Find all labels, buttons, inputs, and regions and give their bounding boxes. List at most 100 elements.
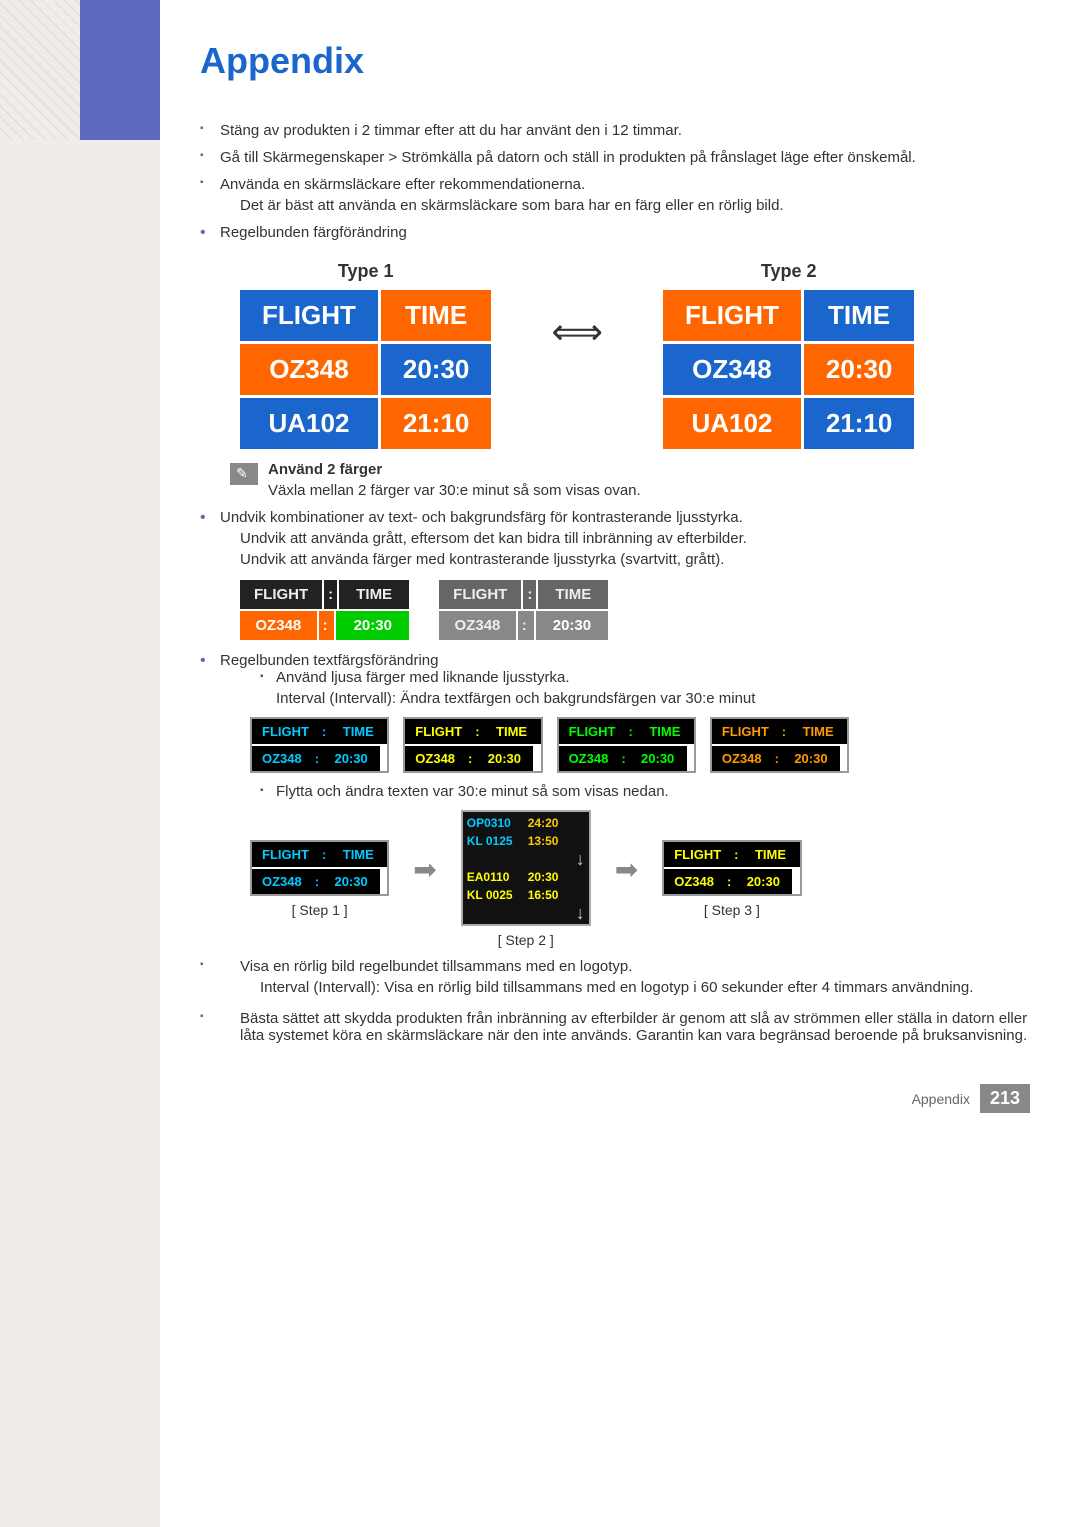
step2-label: [ Step 2 ] [498,932,554,948]
s1-time: TIME [329,842,387,867]
type1-time1: 20:30 [381,344,492,395]
step1-label: [ Step 1 ] [292,902,348,918]
page-title: Appendix [200,40,1030,82]
step2-item: OP0310 24:20 KL 0125 13:50 ↓ EA0110 20:3… [461,810,591,948]
type1-flight1: OZ348 [240,344,378,395]
s1-colon1: : [319,842,329,867]
cb2-colon2: : [518,611,534,640]
footer-label: Appendix [912,1091,970,1107]
types-container: Type 1 FLIGHT TIME OZ348 20:30 UA102 21:… [240,261,1030,449]
s1-flight: FLIGHT [252,842,319,867]
cb1-oz: OZ348 [240,611,317,640]
cb1-colon1: : [324,580,337,609]
step2-row-1: OP0310 24:20 [467,814,585,832]
type2-flight1: OZ348 [663,344,801,395]
type2-section: Type 2 FLIGHT TIME OZ348 20:30 UA102 21:… [663,261,914,449]
type2-board: FLIGHT TIME OZ348 20:30 UA102 21:10 [663,290,914,449]
cv3-colon1: : [626,719,636,744]
s2-time-3: 20:30 [528,870,559,884]
step2-board: OP0310 24:20 KL 0125 13:50 ↓ EA0110 20:3… [461,810,591,926]
cv2-2030: 20:30 [475,746,533,771]
bullet7-sub: Interval (Intervall): Visa en rörlig bil… [240,979,1030,996]
type2-label: Type 2 [761,261,817,282]
s1-colon2: : [312,869,322,894]
type-arrow: ⟺ [551,311,603,353]
color-var-section: FLIGHT : TIME OZ348 : 20:30 FLI [250,717,1030,773]
cv1-colon1: : [319,719,329,744]
cb2-oz: OZ348 [439,611,516,640]
cb2-colon1: : [523,580,536,609]
bullet-item-7: Visa en rörlig bild regelbundet tillsamm… [200,958,1030,996]
cv-board-2: FLIGHT : TIME OZ348 : 20:30 [403,717,542,773]
cb1-colon2: : [319,611,335,640]
cv2-colon1: : [472,719,482,744]
cv2-colon2: : [465,746,475,771]
step2-row-3: EA0110 20:30 [467,868,585,886]
cb2-2030: 20:30 [536,611,609,640]
sub-bullet-6-2: Interval (Intervall): Ändra textfärgen o… [276,690,1030,707]
s2-flight-3: EA0110 [467,870,522,884]
sub-bullets-6: Använd ljusa färger med liknande ljussty… [220,669,1030,707]
type1-time-header: TIME [381,290,492,341]
cb1-flight: FLIGHT [240,580,322,609]
step3-item: FLIGHT : TIME OZ348 : 20:30 [ Step 3 ] [662,840,801,918]
step-arrow-1: ➡ [413,853,436,886]
type1-flight2: UA102 [240,398,378,449]
s3-colon2: : [724,869,734,894]
footer: Appendix 213 [200,1084,1030,1113]
s3-time: TIME [742,842,800,867]
bullet-item-5: Undvik kombinationer av text- och bakgru… [200,509,1030,640]
cb2-flight: FLIGHT [439,580,521,609]
cb2-time: TIME [538,580,608,609]
step2-down-arrow-1: ↓ [467,850,585,868]
cv4-flight: FLIGHT [712,719,779,744]
note-sub: Växla mellan 2 färger var 30:e minut så … [268,482,641,499]
cv3-2030: 20:30 [629,746,687,771]
step2-row-2: KL 0125 13:50 [467,832,585,850]
bullet-3-sub: Det är bäst att använda en skärmsläckare… [220,197,1030,214]
sidebar-pattern [0,0,80,140]
cv1-flight: FLIGHT [252,719,319,744]
bullet-item-6: Regelbunden textfärgsförändring Använd l… [200,652,1030,948]
cv3-colon2: : [618,746,628,771]
bullet-item-3: Använda en skärmsläckare efter rekommend… [200,176,1030,214]
note-icon [230,463,258,485]
s2-time-4: 16:50 [528,888,559,902]
steps-section: FLIGHT : TIME OZ348 : 20:30 [ Step 1 ] [250,810,1030,948]
type1-section: Type 1 FLIGHT TIME OZ348 20:30 UA102 21:… [240,261,491,449]
type2-flight-header: FLIGHT [663,290,801,341]
bullet5-sub2: Undvik att använda färger med kontraster… [220,551,1030,568]
s2-flight-2: KL 0125 [467,834,522,848]
note-text: Använd 2 färger [268,461,641,478]
type1-label: Type 1 [338,261,394,282]
left-sidebar [0,0,160,1527]
cv2-oz: OZ348 [405,746,465,771]
step3-board: FLIGHT : TIME OZ348 : 20:30 [662,840,801,896]
step2-down-arrow-2: ↓ [467,904,585,922]
type2-time-header: TIME [804,290,915,341]
cv-board-3: FLIGHT : TIME OZ348 : 20:30 [557,717,696,773]
sidebar-accent [80,0,160,140]
cv1-time: TIME [329,719,387,744]
s2-flight-4: KL 0025 [467,888,522,902]
bullet-item-8: Bästa sättet att skydda produkten från i… [200,1010,1030,1044]
bullet-item-1: Stäng av produkten i 2 timmar efter att … [200,122,1030,139]
cv1-oz: OZ348 [252,746,312,771]
sub-bullets-6b: Flytta och ändra texten var 30:e minut s… [220,783,1030,800]
cv-board-4: FLIGHT : TIME OZ348 : 20:30 [710,717,849,773]
s1-2030: 20:30 [322,869,380,894]
s2-time-2: 13:50 [528,834,559,848]
cv3-time: TIME [636,719,694,744]
step-arrow-2: ➡ [615,853,638,886]
cv4-colon1: : [779,719,789,744]
cb1-2030: 20:30 [336,611,409,640]
bullet-item-2: Gå till Skärmegenskaper > Strömkälla på … [200,149,1030,166]
cv3-oz: OZ348 [559,746,619,771]
type1-time2: 21:10 [381,398,492,449]
type1-board: FLIGHT TIME OZ348 20:30 UA102 21:10 [240,290,491,449]
main-content: Appendix Stäng av produkten i 2 timmar e… [160,0,1080,1527]
bullet-item-4: Regelbunden färgförändring Type 1 FLIGHT… [200,224,1030,499]
cv4-oz: OZ348 [712,746,772,771]
cv2-time: TIME [483,719,541,744]
step2-row-4: KL 0025 16:50 [467,886,585,904]
